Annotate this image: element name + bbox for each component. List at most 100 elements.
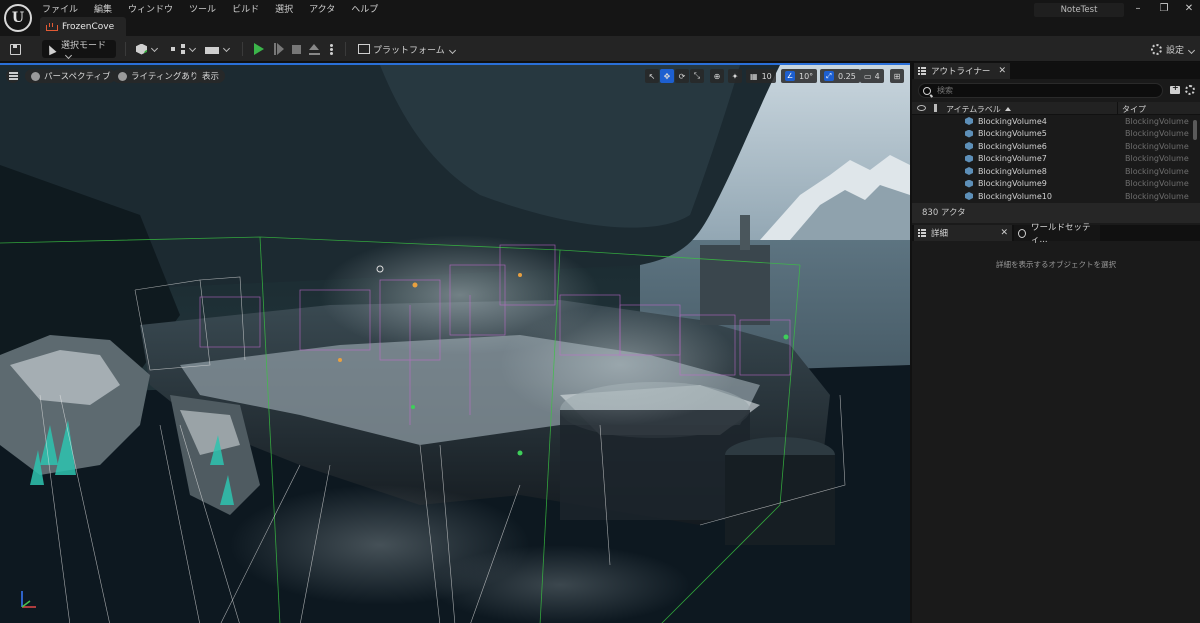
outliner-scrollbar[interactable] xyxy=(1193,120,1197,140)
restore-icon[interactable]: ❐ xyxy=(1157,2,1171,16)
lighting-button[interactable]: ライティングあり xyxy=(112,69,205,83)
level-viewport[interactable]: パースペクティブ ライティングあり 表示 ↖ ✥ ⟳ ⤡ ⊕ ✦ ▦ 10 ∠ … xyxy=(0,63,910,623)
menu-window[interactable]: ウィンドウ xyxy=(126,0,179,15)
menu-file[interactable]: ファイル xyxy=(40,0,84,15)
blocking-volume-icon xyxy=(965,129,973,138)
menu-bar: ファイル 編集 ウィンドウ ツール ビルド 選択 アクタ ヘルプ xyxy=(40,0,392,15)
scale-snap-value: 0.25 xyxy=(838,71,856,81)
details-icon xyxy=(918,229,926,237)
outliner-icon xyxy=(918,67,926,75)
lighting-icon xyxy=(118,71,127,81)
surface-snap-icon[interactable]: ✦ xyxy=(728,69,742,83)
grid-snap-value: 10 xyxy=(761,71,772,81)
menu-build[interactable]: ビルド xyxy=(230,0,265,15)
outliner-list: BlockingVolume4 BlockingVolume BlockingV… xyxy=(912,115,1192,203)
settings-button[interactable]: 設定 xyxy=(1151,40,1194,58)
rotation-snap-button[interactable]: ∠ 10° xyxy=(781,69,818,83)
add-cube-icon xyxy=(136,43,147,55)
eject-button[interactable] xyxy=(309,40,320,58)
list-item[interactable]: BlockingVolume5 BlockingVolume xyxy=(912,128,1192,141)
platforms-button[interactable]: プラットフォーム xyxy=(358,40,455,58)
layout-icon[interactable]: ⊞ xyxy=(890,69,904,83)
item-type: BlockingVolume xyxy=(1125,154,1189,164)
list-item[interactable]: BlockingVolume9 BlockingVolume xyxy=(912,178,1192,191)
add-folder-icon[interactable] xyxy=(1170,83,1180,94)
mode-select-button[interactable]: 選択モード xyxy=(42,40,116,58)
list-item[interactable]: BlockingVolume10 BlockingVolume xyxy=(912,190,1192,203)
item-type: BlockingVolume xyxy=(1125,129,1189,139)
close-outliner-icon[interactable]: ✕ xyxy=(998,66,1006,76)
add-actor-button[interactable] xyxy=(136,40,157,58)
close-details-icon[interactable]: ✕ xyxy=(1000,228,1008,238)
scale-snap-icon: ⤢ xyxy=(824,71,834,81)
sort-asc-icon xyxy=(1004,107,1011,111)
camera-speed-value: 4 xyxy=(874,71,880,81)
menu-select[interactable]: 選択 xyxy=(273,0,299,15)
item-label-header[interactable]: アイテムラベル xyxy=(946,104,1011,115)
type-header[interactable]: タイプ xyxy=(1122,104,1146,115)
play-button[interactable] xyxy=(254,40,264,58)
save-button[interactable] xyxy=(10,40,21,58)
blocking-volume-icon xyxy=(965,142,973,150)
axis-gizmo-icon xyxy=(21,591,36,608)
menu-help[interactable]: ヘルプ xyxy=(349,0,384,15)
menu-tools[interactable]: ツール xyxy=(187,0,222,15)
clapperboard-icon xyxy=(205,47,219,54)
outliner-tab-label: アウトライナー xyxy=(931,67,991,77)
rotation-snap-value: 10° xyxy=(799,71,814,81)
list-item[interactable]: BlockingVolume6 BlockingVolume xyxy=(912,140,1192,153)
settings-label: 設定 xyxy=(1166,43,1194,56)
unreal-logo[interactable]: U xyxy=(4,4,32,32)
step-icon xyxy=(274,43,284,55)
camera-cube-icon xyxy=(31,71,40,81)
menu-actor[interactable]: アクタ xyxy=(307,0,341,15)
translate-icon[interactable]: ✥ xyxy=(660,69,674,83)
world-space-icon[interactable]: ⊕ xyxy=(710,69,724,83)
blocking-volume-icon xyxy=(965,167,973,175)
outliner-search[interactable] xyxy=(918,83,1163,98)
visibility-icon[interactable] xyxy=(917,105,926,111)
blocking-volume-icon xyxy=(965,154,973,163)
mode-label: 選択モード xyxy=(61,38,111,61)
world-settings-tab-label: ワールドセッティ... xyxy=(1031,223,1091,245)
item-type: BlockingVolume xyxy=(1125,166,1189,176)
stop-button[interactable] xyxy=(292,40,301,58)
camera-icon: ▭ xyxy=(864,71,872,81)
list-item[interactable]: BlockingVolume4 BlockingVolume xyxy=(912,115,1192,128)
menu-edit[interactable]: 編集 xyxy=(92,0,118,15)
play-options-button[interactable] xyxy=(330,40,333,58)
list-item[interactable]: BlockingVolume7 BlockingVolume xyxy=(912,153,1192,166)
details-tab-label: 詳細 xyxy=(931,229,949,239)
world-settings-tab[interactable]: ワールドセッティ... xyxy=(1014,223,1100,245)
show-button[interactable]: 表示 xyxy=(196,69,226,83)
outliner-tab[interactable]: アウトライナー ✕ xyxy=(914,63,1010,79)
camera-speed-button[interactable]: ▭ 4 xyxy=(860,69,884,83)
step-button[interactable] xyxy=(274,40,284,58)
close-icon[interactable]: ✕ xyxy=(1182,2,1196,16)
level-icon xyxy=(46,22,58,31)
details-tab[interactable]: 詳細 ✕ xyxy=(914,225,1012,241)
item-name: BlockingVolume10 xyxy=(978,191,1052,201)
grid-snap-button[interactable]: ▦ 10 xyxy=(746,69,776,83)
search-input[interactable] xyxy=(937,86,1157,95)
rotate-icon[interactable]: ⟳ xyxy=(675,69,689,83)
blocking-volume-icon xyxy=(965,179,973,188)
select-mode-icon[interactable]: ↖ xyxy=(645,69,659,83)
globe-icon xyxy=(1018,228,1027,238)
outliner-settings-icon[interactable] xyxy=(1185,85,1195,95)
scale-snap-button[interactable]: ⤢ 0.25 xyxy=(820,69,860,83)
viewport-menu-button[interactable] xyxy=(6,69,20,83)
minimize-icon[interactable]: – xyxy=(1131,2,1145,16)
scale-icon[interactable]: ⤡ xyxy=(690,69,704,83)
search-icon xyxy=(923,86,931,95)
blueprint-button[interactable] xyxy=(171,40,195,58)
item-name: BlockingVolume6 xyxy=(978,141,1047,151)
pin-icon[interactable] xyxy=(934,104,937,112)
cinematics-button[interactable] xyxy=(205,40,229,58)
play-icon xyxy=(254,43,264,55)
list-item[interactable]: BlockingVolume8 BlockingVolume xyxy=(912,165,1192,178)
perspective-button[interactable]: パースペクティブ xyxy=(25,69,117,83)
right-panel: アウトライナー ✕ アイテムラベル タイプ BlockingVolume4 Bl… xyxy=(912,63,1200,623)
level-tab[interactable]: FrozenCove xyxy=(40,17,126,36)
level-tab-label: FrozenCove xyxy=(62,21,115,32)
